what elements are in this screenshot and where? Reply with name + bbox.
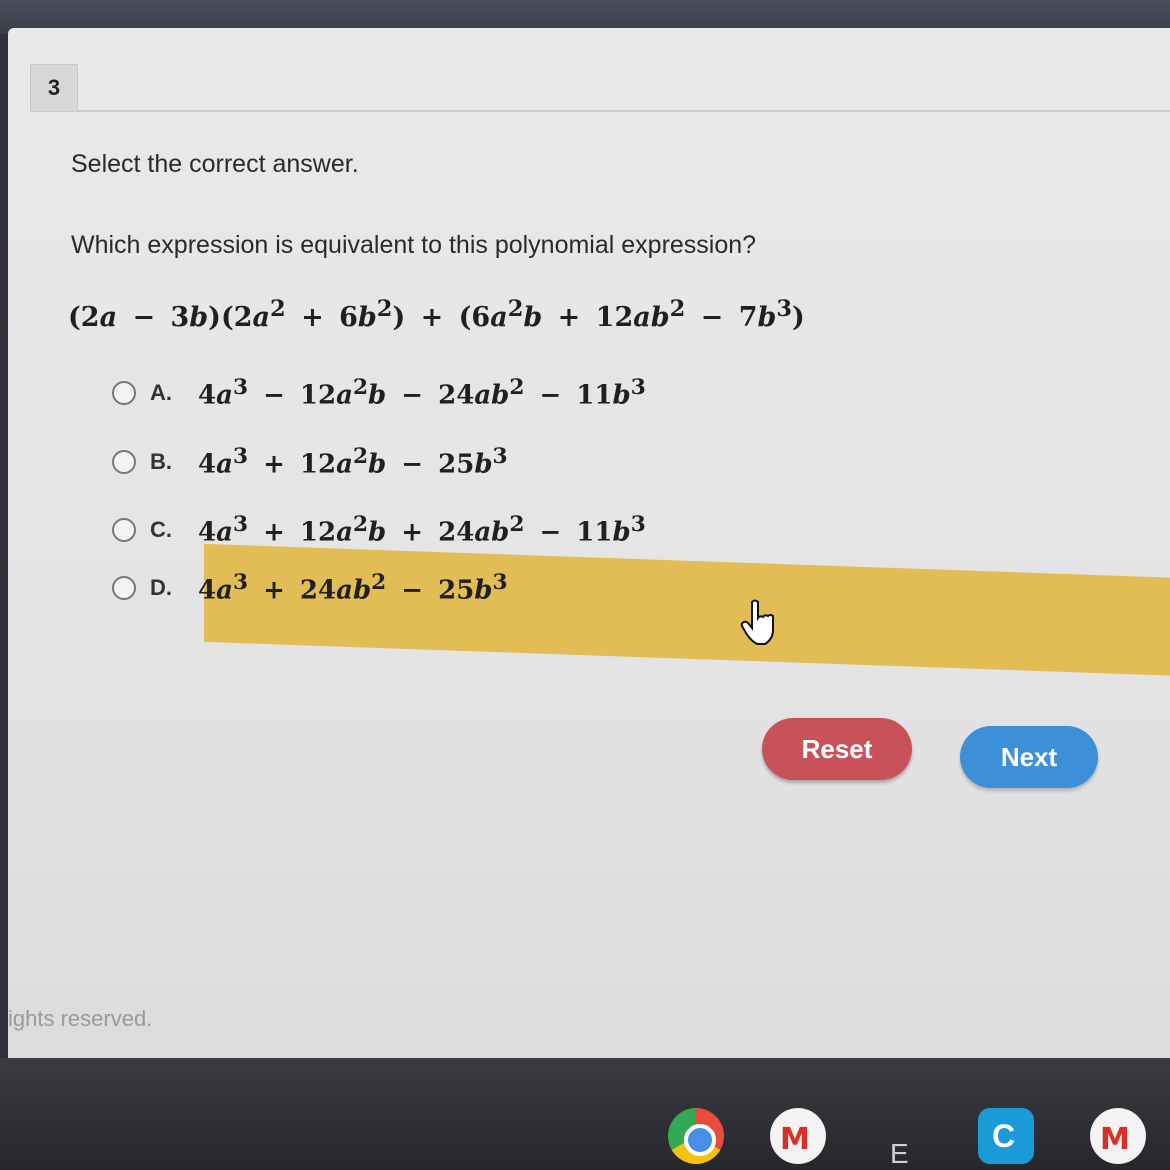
option-c[interactable]: C. 4a3 + 12a2b + 24ab2 − 11b3 (112, 510, 646, 550)
option-letter: C. (150, 517, 172, 542)
next-button[interactable]: Next (960, 726, 1098, 788)
option-expression: 4a3 − 12a2b − 24ab2 − 11b3 (198, 375, 646, 411)
screen: 3 Select the correct answer. Which expre… (0, 0, 1170, 1170)
hover-highlight (204, 543, 1170, 677)
option-expression: 4a3 + 12a2b + 24ab2 − 11b3 (198, 512, 646, 548)
option-letter: B. (150, 449, 172, 474)
option-b[interactable]: B. 4a3 + 12a2b − 25b3 (112, 442, 508, 482)
option-letter: A. (150, 380, 172, 405)
radio-button-a[interactable] (112, 381, 136, 405)
radio-button-c[interactable] (112, 518, 136, 542)
polynomial-expression: (2a − 3b)(2a2 + 6b2) + (6a2b + 12ab2 − 7… (68, 296, 805, 333)
option-a[interactable]: A. 4a3 − 12a2b − 24ab2 − 11b3 (112, 373, 646, 413)
classroom-icon[interactable]: C (978, 1108, 1034, 1164)
gmail-icon[interactable]: M (770, 1108, 826, 1164)
e-app-label[interactable]: E (890, 1138, 909, 1170)
hand-cursor-icon (740, 599, 774, 645)
header-divider (78, 110, 1170, 112)
option-expression: 4a3 + 24ab2 − 25b3 (198, 570, 508, 606)
option-letter: D. (150, 575, 172, 600)
chrome-icon[interactable] (668, 1108, 724, 1164)
option-d[interactable]: D. 4a3 + 24ab2 − 25b3 (112, 568, 508, 608)
question-prompt: Which expression is equivalent to this p… (71, 231, 757, 259)
instruction-text: Select the correct answer. (71, 150, 359, 178)
radio-button-d[interactable] (112, 576, 136, 600)
footer-copyright: ights reserved. (8, 1006, 153, 1031)
reset-button[interactable]: Reset (762, 718, 912, 780)
radio-button-b[interactable] (112, 450, 136, 474)
gmail-icon[interactable]: M (1090, 1108, 1146, 1164)
quiz-page: 3 Select the correct answer. Which expre… (8, 28, 1170, 1058)
option-expression: 4a3 + 12a2b − 25b3 (198, 444, 508, 480)
question-number: 3 (30, 64, 78, 112)
